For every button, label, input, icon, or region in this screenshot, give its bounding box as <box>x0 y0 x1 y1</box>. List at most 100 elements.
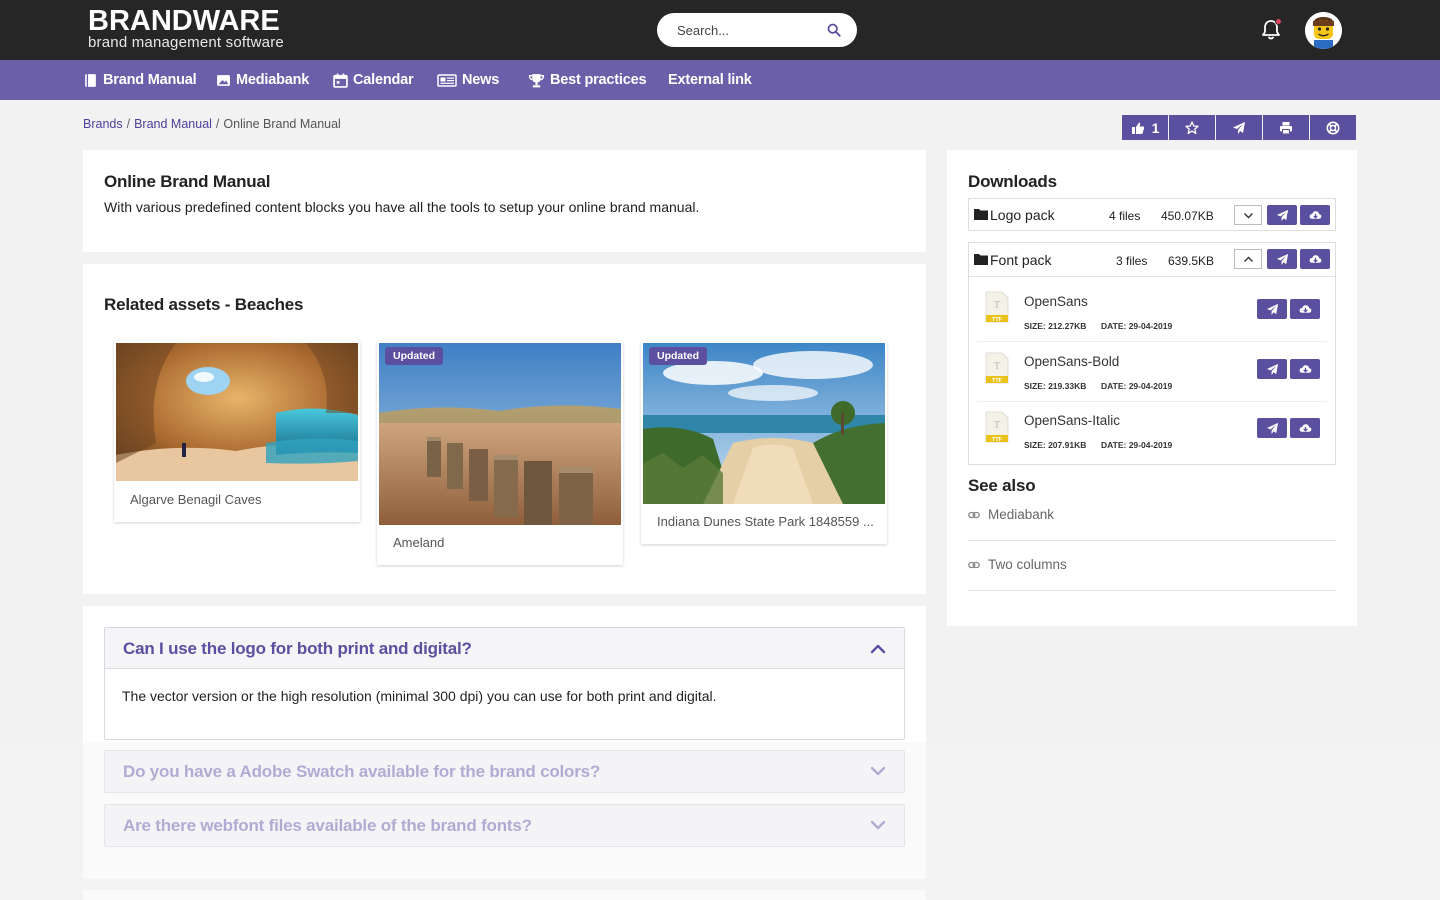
download-pack-button[interactable] <box>1300 249 1330 269</box>
download-pack-button[interactable] <box>1300 205 1330 225</box>
paper-plane-icon <box>1276 209 1288 221</box>
search-input[interactable] <box>677 21 827 39</box>
breadcrumb-current: Online Brand Manual <box>223 117 341 131</box>
calendar-icon <box>333 73 348 88</box>
svg-text:T: T <box>994 360 1001 372</box>
ttf-file-icon: T TTF <box>985 352 1009 384</box>
chevron-down-icon[interactable] <box>870 817 886 833</box>
file-size: SIZE: 207.91KB <box>1024 440 1087 450</box>
svg-text:T: T <box>994 419 1001 431</box>
link-label: Two columns <box>988 557 1067 572</box>
cloud-download-icon <box>1309 210 1321 219</box>
breadcrumb-separator: / <box>126 117 131 131</box>
life-ring-icon <box>1326 121 1340 134</box>
asset-caption: Indiana Dunes State Park 1848559 ... <box>657 514 874 529</box>
asset-card[interactable]: Algarve Benagil Caves <box>114 341 360 522</box>
chevron-up-icon[interactable] <box>870 641 886 657</box>
expand-pack-button[interactable] <box>1234 205 1262 225</box>
pack-size: 639.5KB <box>1168 254 1215 268</box>
nav-item-calendar[interactable]: Calendar <box>333 60 414 100</box>
nav-label: Mediabank <box>236 72 310 88</box>
nav-label: News <box>462 72 500 88</box>
faq-header[interactable]: Can I use the logo for both print and di… <box>105 628 904 669</box>
collapse-pack-button[interactable] <box>1234 249 1262 269</box>
cloud-download-icon <box>1299 423 1311 432</box>
nav-label: Brand Manual <box>103 72 197 88</box>
share-file-button[interactable] <box>1257 359 1287 379</box>
divider <box>968 590 1336 591</box>
link-label: Mediabank <box>988 507 1055 522</box>
download-file-button[interactable] <box>1290 418 1320 438</box>
next-card <box>83 890 926 900</box>
brandware-logo[interactable]: BRANDWARE brand management software <box>88 7 284 51</box>
share-button[interactable] <box>1216 115 1262 140</box>
avatar[interactable] <box>1305 12 1342 49</box>
faq-question: Are there webfont files available of the… <box>123 816 532 835</box>
nav-item-external-link[interactable]: External link <box>668 60 752 100</box>
print-icon <box>1280 121 1292 134</box>
cloud-download-icon <box>1309 254 1321 263</box>
share-pack-button[interactable] <box>1267 205 1297 225</box>
paper-plane-icon <box>1266 363 1278 375</box>
pack-name: Logo pack <box>990 207 1055 223</box>
top-bar: BRANDWARE brand management software <box>0 0 1440 60</box>
file-size: SIZE: 212.27KB <box>1024 321 1087 331</box>
cloud-download-icon <box>1299 304 1311 313</box>
book-icon <box>85 73 96 87</box>
paper-plane-icon <box>1276 253 1288 265</box>
download-pack-logo: Logo pack 4 files 450.07KB <box>968 198 1336 231</box>
chevron-down-icon[interactable] <box>870 763 886 779</box>
search-icon[interactable] <box>827 23 841 37</box>
page-title: Online Brand Manual <box>104 172 271 191</box>
nav-label: Calendar <box>353 72 414 88</box>
breadcrumb-brand-manual[interactable]: Brand Manual <box>134 117 212 131</box>
notification-dot <box>1275 18 1282 25</box>
see-also-link-two-columns[interactable]: Two columns <box>968 557 1067 572</box>
ttf-file-icon: T TTF <box>985 411 1009 443</box>
folder-icon <box>974 254 988 265</box>
download-file-button[interactable] <box>1290 359 1320 379</box>
see-also-title: See also <box>968 476 1036 495</box>
asset-thumbnail <box>379 343 621 525</box>
file-size: SIZE: 219.33KB <box>1024 381 1087 391</box>
breadcrumb: Brands / Brand Manual / Online Brand Manual <box>83 117 341 131</box>
help-button[interactable] <box>1310 115 1356 140</box>
breadcrumb-brands[interactable]: Brands <box>83 117 123 131</box>
file-date: DATE: 29-04-2019 <box>1101 381 1173 391</box>
asset-thumbnail <box>116 343 358 481</box>
image-icon <box>217 74 230 86</box>
link-icon <box>968 511 980 518</box>
asset-card[interactable]: Updated Indiana Dunes State Park 1848559… <box>641 341 887 544</box>
pack-size: 450.07KB <box>1161 209 1214 223</box>
faq-item[interactable]: Are there webfont files available of the… <box>104 804 905 847</box>
download-file-button[interactable] <box>1290 299 1320 319</box>
nav-item-mediabank[interactable]: Mediabank <box>216 60 309 100</box>
nav-label: External link <box>668 72 752 88</box>
favorite-button[interactable] <box>1169 115 1215 140</box>
paper-plane-icon <box>1266 422 1278 434</box>
chevron-up-icon <box>1243 256 1253 262</box>
breadcrumb-separator: / <box>215 117 220 131</box>
main-nav: Brand Manual Mediabank Calendar News Bes… <box>0 60 1440 100</box>
nav-item-best-practices[interactable]: Best practices <box>528 60 647 100</box>
share-pack-button[interactable] <box>1267 249 1297 269</box>
page-description: With various predefined content blocks y… <box>104 199 700 215</box>
share-file-button[interactable] <box>1257 418 1287 438</box>
file-type: TTF <box>992 317 1003 323</box>
print-button[interactable] <box>1263 115 1309 140</box>
nav-item-news[interactable]: News <box>437 60 499 100</box>
faq-item[interactable]: Do you have a Adobe Swatch available for… <box>104 750 905 793</box>
downloads-title: Downloads <box>968 172 1057 191</box>
like-button[interactable]: 1 <box>1122 115 1168 140</box>
ttf-file-icon: T TTF <box>985 291 1009 323</box>
file-row: T TTF OpenSans SIZE: 212.27KB DATE: 29-04… <box>969 277 1335 341</box>
asset-caption: Algarve Benagil Caves <box>130 492 262 507</box>
divider <box>968 540 1336 541</box>
nav-item-brand-manual[interactable]: Brand Manual <box>83 60 197 100</box>
faq-answer: The vector version or the high resolutio… <box>122 688 717 704</box>
avatar-face-icon <box>1305 12 1342 49</box>
share-file-button[interactable] <box>1257 299 1287 319</box>
asset-card[interactable]: Updated Ameland <box>377 341 623 565</box>
updated-badge: Updated <box>649 347 707 365</box>
see-also-link-mediabank[interactable]: Mediabank <box>968 507 1054 522</box>
